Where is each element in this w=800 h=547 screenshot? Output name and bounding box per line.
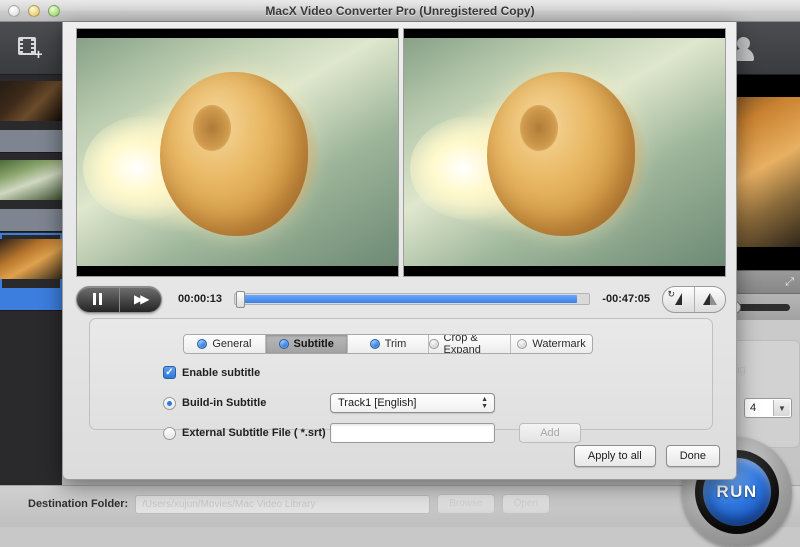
destination-path-field[interactable]: /Users/xujun/Movies/Mac Video Library bbox=[135, 494, 431, 514]
chevron-down-icon: ▼ bbox=[773, 400, 790, 416]
shell-subject bbox=[487, 72, 636, 237]
window-title: MacX Video Converter Pro (Unregistered C… bbox=[265, 4, 535, 18]
tab-general[interactable]: General bbox=[184, 335, 266, 353]
enable-subtitle-checkbox[interactable]: ✓ bbox=[163, 366, 176, 379]
settings-tabs: General Subtitle Trim Crop & Expand Wate… bbox=[183, 334, 593, 354]
subtitle-track-value: Track1 [English] bbox=[338, 397, 417, 409]
dialog-actions: Apply to all Done bbox=[573, 445, 720, 467]
edit-video-dialog: ▶▶ 00:00:13 -00:47:05 ↻ General Subtitle… bbox=[62, 22, 737, 480]
cpu-core-use-value: 4 bbox=[750, 402, 757, 414]
source-video-preview[interactable] bbox=[76, 28, 399, 277]
rotate-button[interactable]: ↻ bbox=[663, 287, 694, 312]
pause-button[interactable] bbox=[77, 287, 119, 312]
add-film-icon: + bbox=[18, 37, 44, 61]
remaining-time: -00:47:05 bbox=[602, 293, 650, 305]
destination-bar: Destination Folder: /Users/xujun/Movies/… bbox=[0, 437, 800, 547]
seek-fill bbox=[237, 295, 578, 303]
flip-mirror-half bbox=[709, 293, 717, 305]
video-frame-image bbox=[404, 38, 725, 266]
builtin-subtitle-radio[interactable] bbox=[163, 396, 176, 410]
browse-button[interactable]: Browse bbox=[437, 494, 495, 514]
tab-label: Trim bbox=[384, 338, 407, 350]
clip-thumbnail-1[interactable] bbox=[0, 75, 62, 153]
thumbnail-image bbox=[0, 160, 62, 200]
thumbnail-image bbox=[0, 239, 62, 279]
apply-to-all-button[interactable]: Apply to all bbox=[573, 445, 656, 467]
radio-dot-icon bbox=[278, 339, 289, 349]
fast-forward-button[interactable]: ▶▶ bbox=[118, 286, 162, 312]
thumbnail-strip bbox=[0, 288, 62, 310]
elapsed-time: 00:00:13 bbox=[178, 293, 223, 305]
external-subtitle-input[interactable] bbox=[330, 423, 495, 443]
expand-arrows-icon[interactable]: ⤢ bbox=[785, 276, 794, 289]
destination-row: Destination Folder: /Users/xujun/Movies/… bbox=[28, 494, 551, 514]
builtin-subtitle-label: Build-in Subtitle bbox=[182, 397, 267, 409]
tab-label: Subtitle bbox=[293, 338, 334, 350]
done-button[interactable]: Done bbox=[665, 445, 720, 467]
subtitle-track-select[interactable]: Track1 [English] ▲ ▼ bbox=[330, 393, 495, 413]
clip-sidebar: + bbox=[0, 22, 62, 527]
thumbnail-strip bbox=[0, 130, 62, 152]
external-subtitle-row: External Subtitle File ( *.srt) Add bbox=[163, 423, 683, 443]
open-button[interactable]: Open bbox=[501, 494, 551, 514]
fast-forward-icon: ▶▶ bbox=[134, 292, 150, 306]
transport-controls: ▶▶ bbox=[76, 285, 162, 313]
tab-subtitle[interactable]: Subtitle bbox=[265, 335, 348, 353]
output-video-preview[interactable] bbox=[403, 28, 726, 277]
external-subtitle-radio[interactable] bbox=[163, 426, 176, 440]
radio-dot-icon bbox=[517, 339, 528, 349]
clip-thumbnail-3[interactable] bbox=[0, 233, 62, 311]
clip-thumbnail-2[interactable] bbox=[0, 154, 62, 232]
app-root: + 00:00:00 ⤢ Use High Qual bbox=[0, 0, 800, 547]
subtitle-form: ✓ Enable subtitle Build-in Subtitle Trac… bbox=[163, 366, 683, 453]
rotate-triangle bbox=[674, 293, 682, 305]
tab-trim[interactable]: Trim bbox=[348, 335, 430, 353]
video-frame-image bbox=[77, 38, 398, 266]
radio-dot-icon bbox=[369, 339, 380, 349]
add-subtitle-button[interactable]: Add bbox=[519, 423, 581, 443]
window-titlebar: MacX Video Converter Pro (Unregistered C… bbox=[0, 0, 800, 22]
destination-label: Destination Folder: bbox=[28, 498, 129, 510]
enable-subtitle-row[interactable]: ✓ Enable subtitle bbox=[163, 366, 683, 379]
tab-label: General bbox=[212, 338, 252, 350]
seek-slider[interactable] bbox=[234, 291, 591, 308]
pause-icon bbox=[93, 293, 103, 305]
tab-label: Watermark bbox=[532, 338, 586, 350]
flip-horizontal-icon bbox=[702, 293, 710, 305]
enable-subtitle-label: Enable subtitle bbox=[182, 366, 261, 379]
flip-horizontal-button[interactable] bbox=[693, 286, 726, 312]
transform-controls: ↻ bbox=[662, 285, 726, 313]
thumbnail-strip bbox=[0, 209, 62, 231]
add-video-button[interactable]: + bbox=[0, 22, 62, 75]
external-subtitle-label: External Subtitle File ( *.srt) bbox=[182, 427, 326, 439]
radio-dot-icon bbox=[197, 339, 208, 349]
radio-dot-icon bbox=[429, 339, 439, 349]
shell-subject bbox=[160, 72, 309, 237]
video-preview-row bbox=[76, 28, 726, 277]
player-controls: ▶▶ 00:00:13 -00:47:05 ↻ bbox=[76, 281, 726, 317]
tab-crop-and-expand[interactable]: Crop & Expand bbox=[429, 334, 512, 354]
builtin-subtitle-row: Build-in Subtitle Track1 [English] ▲ ▼ bbox=[163, 393, 683, 413]
thumbnail-image bbox=[0, 81, 62, 121]
seek-handle[interactable] bbox=[236, 291, 246, 308]
cpu-core-use-select[interactable]: 4 ▼ bbox=[744, 398, 792, 418]
tab-watermark[interactable]: Watermark bbox=[511, 335, 592, 353]
tab-label: Crop & Expand bbox=[443, 334, 481, 354]
rotate-icon: ↻ bbox=[667, 289, 676, 299]
stepper-arrows-icon: ▲ ▼ bbox=[481, 396, 488, 410]
